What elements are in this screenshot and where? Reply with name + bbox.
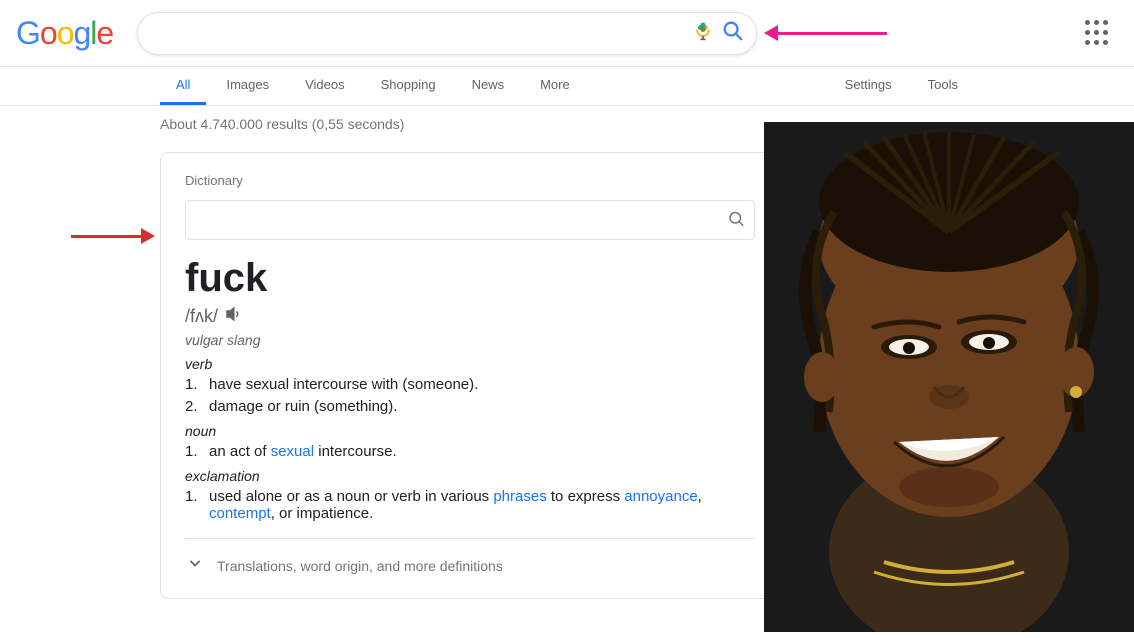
verb-def-2: 2. damage or ruin (something). <box>185 398 755 415</box>
translations-text: Translations, word origin, and more defi… <box>217 558 503 574</box>
def-link-annoyance[interactable]: annoyance <box>624 488 697 505</box>
pronunciation: /fʌk/ <box>185 305 755 328</box>
exclamation-definitions: 1. used alone or as a noun or verb in va… <box>185 488 755 522</box>
main-content: Dictionary fuck fuck /fʌk/ vulgar slan <box>0 152 1134 599</box>
apps-dot <box>1094 30 1099 35</box>
nav-tabs: All Images Videos Shopping News More Set… <box>0 67 1134 106</box>
dictionary-search-button[interactable] <box>727 210 745 231</box>
side-image <box>764 122 1134 632</box>
apps-dot <box>1103 30 1108 35</box>
header: Google define fuck <box>0 0 1134 67</box>
word-type: vulgar slang <box>185 332 755 348</box>
pink-arrow-annotation <box>764 25 887 41</box>
def-text: damage or ruin (something). <box>209 398 397 415</box>
microphone-icon[interactable] <box>693 21 713 46</box>
noun-def-1: 1. an act of sexual intercourse. <box>185 443 755 460</box>
pos-noun: noun <box>185 423 755 439</box>
pronunciation-text: /fʌk/ <box>185 306 218 327</box>
apps-dot <box>1094 40 1099 45</box>
tab-tools[interactable]: Tools <box>912 67 974 105</box>
sound-icon[interactable] <box>224 305 242 328</box>
exclamation-def-1: 1. used alone or as a noun or verb in va… <box>185 488 755 522</box>
def-link-contempt[interactable]: contempt <box>209 505 271 522</box>
chevron-down-icon <box>185 553 205 578</box>
dictionary-title: Dictionary <box>185 173 755 188</box>
apps-dot <box>1094 20 1099 25</box>
tab-images[interactable]: Images <box>210 67 285 105</box>
tab-shopping[interactable]: Shopping <box>365 67 452 105</box>
tab-videos[interactable]: Videos <box>289 67 361 105</box>
def-num: 1. <box>185 488 203 522</box>
red-arrow-annotation <box>71 228 155 244</box>
search-bar-container: define fuck <box>137 12 757 55</box>
pos-verb: verb <box>185 356 755 372</box>
def-text: used alone or as a noun or verb in vario… <box>209 488 755 522</box>
google-logo: Google <box>16 15 113 52</box>
noun-definitions: 1. an act of sexual intercourse. <box>185 443 755 460</box>
apps-dot <box>1103 20 1108 25</box>
apps-dot <box>1085 40 1090 45</box>
logo-letter-o1: o <box>40 15 57 52</box>
def-text: an act of sexual intercourse. <box>209 443 397 460</box>
def-num: 1. <box>185 443 203 460</box>
tab-news[interactable]: News <box>456 67 521 105</box>
logo-letter-g2: g <box>73 15 90 52</box>
apps-dot <box>1085 30 1090 35</box>
logo-letter-o2: o <box>57 15 74 52</box>
logo-letter-e: e <box>96 15 113 52</box>
dictionary-card: Dictionary fuck fuck /fʌk/ vulgar slan <box>160 152 780 599</box>
logo-letter-g: G <box>16 15 40 52</box>
search-lens-icon[interactable] <box>721 19 743 47</box>
apps-grid-icon[interactable] <box>1075 10 1118 56</box>
apps-dot <box>1103 40 1108 45</box>
def-link[interactable]: sexual <box>271 443 314 460</box>
tab-all[interactable]: All <box>160 67 206 105</box>
search-icons <box>693 19 743 47</box>
tab-settings[interactable]: Settings <box>829 67 908 105</box>
apps-dot <box>1085 20 1090 25</box>
def-num: 1. <box>185 376 203 393</box>
def-text: have sexual intercourse with (someone). <box>209 376 478 393</box>
def-num: 2. <box>185 398 203 415</box>
def-link-phrases[interactable]: phrases <box>493 488 546 505</box>
verb-def-1: 1. have sexual intercourse with (someone… <box>185 376 755 393</box>
dict-search-container: fuck <box>185 200 755 240</box>
verb-definitions: 1. have sexual intercourse with (someone… <box>185 376 755 415</box>
search-input[interactable]: define fuck <box>137 12 757 55</box>
word-heading: fuck <box>185 256 755 301</box>
translations-bar[interactable]: Translations, word origin, and more defi… <box>185 538 755 578</box>
dictionary-search-input[interactable]: fuck <box>185 200 755 240</box>
tab-more[interactable]: More <box>524 67 586 105</box>
pos-exclamation: exclamation <box>185 468 755 484</box>
